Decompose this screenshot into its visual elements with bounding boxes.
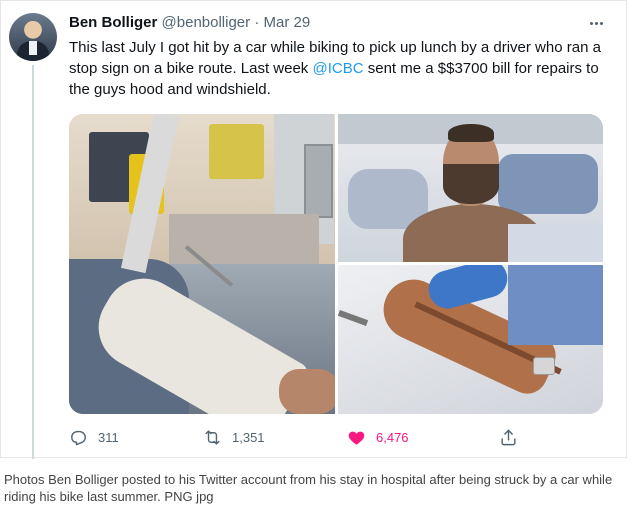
photo-hospital-bed[interactable] [338, 114, 603, 262]
tweet-header: Ben Bolliger @benbolliger · Mar 29 [69, 13, 310, 33]
author-handle[interactable]: @benbolliger [162, 14, 251, 31]
tweet-text: This last July I got hit by a car while … [69, 37, 609, 100]
avatar-shirt [29, 41, 37, 55]
tweet-card: Ben Bolliger @benbolliger · Mar 29 This … [0, 0, 627, 459]
tweet-actions: 311 1,351 6,476 [69, 425, 609, 449]
mention-link[interactable]: @ICBC [312, 60, 363, 77]
like-button[interactable]: 6,476 [347, 425, 409, 449]
reply-count: 311 [98, 429, 119, 445]
author-name[interactable]: Ben Bolliger [69, 14, 157, 31]
like-count: 6,476 [376, 429, 409, 445]
reply-button[interactable]: 311 [69, 425, 119, 449]
share-button[interactable] [499, 425, 518, 449]
retweet-count: 1,351 [232, 429, 265, 445]
avatar[interactable] [9, 13, 57, 61]
reply-icon [71, 430, 86, 445]
header-separator: · [254, 14, 260, 31]
tweet-date[interactable]: Mar 29 [264, 14, 311, 31]
more-icon[interactable] [586, 13, 606, 33]
photo-arm-cast[interactable] [69, 114, 335, 414]
thread-line [32, 65, 34, 459]
photo-cast-closeup[interactable] [338, 265, 603, 414]
heart-icon [348, 431, 365, 445]
share-icon [501, 429, 516, 445]
photo-caption: Photos Ben Bolliger posted to his Twitte… [4, 472, 613, 504]
tweet-media-grid [69, 114, 603, 414]
retweet-icon [205, 429, 220, 445]
retweet-button[interactable]: 1,351 [203, 425, 265, 449]
